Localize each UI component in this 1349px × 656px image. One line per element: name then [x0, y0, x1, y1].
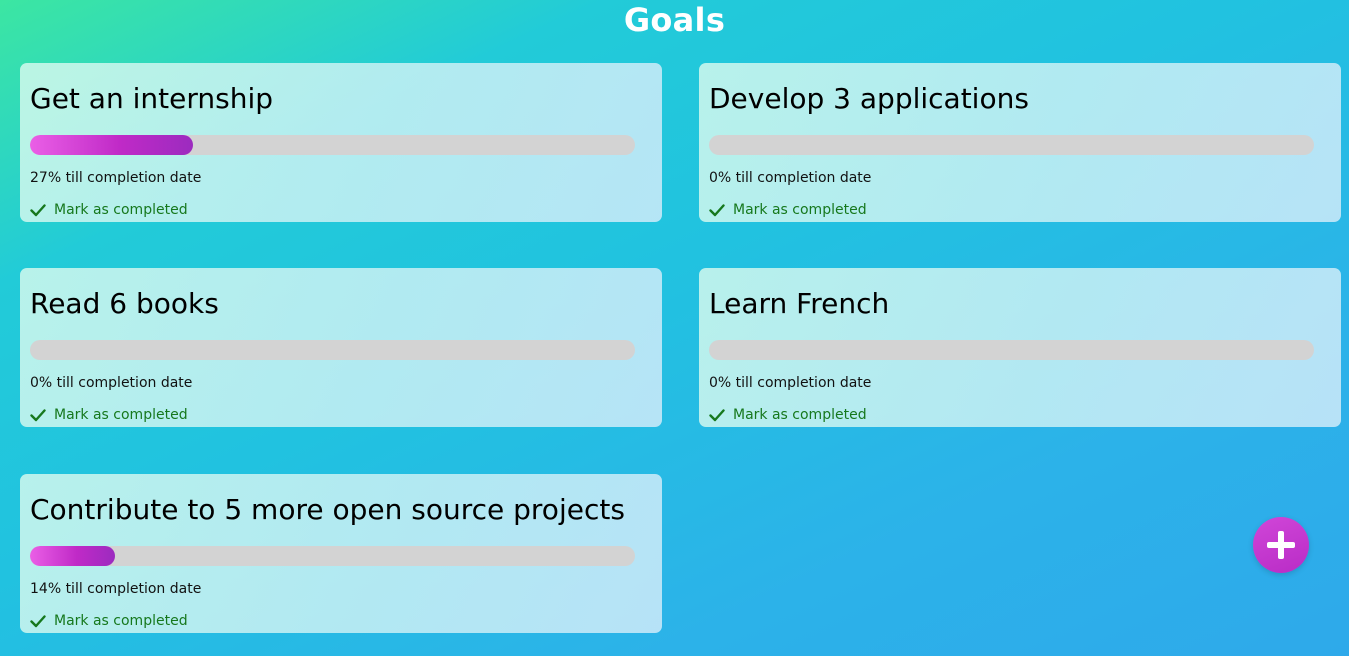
goal-title: Learn French: [709, 287, 890, 320]
goal-progress-bar: [709, 340, 1314, 360]
goal-progress-text: 27% till completion date: [30, 170, 202, 186]
goal-card: Develop 3 applications 0% till completio…: [699, 63, 1341, 222]
check-icon: [30, 615, 46, 628]
goal-card: Read 6 books 0% till completion date Mar…: [20, 268, 662, 427]
goal-card: Learn French 0% till completion date Mar…: [699, 268, 1341, 427]
check-icon: [30, 204, 46, 217]
goal-progress-bar: [30, 340, 635, 360]
mark-completed-button[interactable]: Mark as completed: [30, 612, 188, 630]
mark-completed-label: Mark as completed: [733, 407, 867, 423]
goal-progress-fill: [30, 546, 115, 566]
mark-completed-label: Mark as completed: [54, 613, 188, 629]
goal-title: Develop 3 applications: [709, 82, 1029, 115]
goal-progress-text: 14% till completion date: [30, 581, 202, 597]
goal-progress-text: 0% till completion date: [30, 375, 193, 391]
goal-progress-bar: [30, 135, 635, 155]
mark-completed-button[interactable]: Mark as completed: [709, 201, 867, 219]
goal-progress-text: 0% till completion date: [709, 170, 872, 186]
page-title: Goals: [623, 1, 726, 39]
goal-card: Contribute to 5 more open source project…: [20, 474, 662, 633]
mark-completed-label: Mark as completed: [733, 202, 867, 218]
goal-progress-fill: [30, 135, 194, 155]
plus-icon: [1266, 530, 1296, 560]
goal-progress-bar: [30, 546, 635, 566]
goal-title: Get an internship: [30, 82, 273, 115]
check-icon: [709, 204, 725, 217]
goal-progress-bar: [709, 135, 1314, 155]
check-icon: [709, 409, 725, 422]
mark-completed-label: Mark as completed: [54, 407, 188, 423]
mark-completed-button[interactable]: Mark as completed: [30, 406, 188, 424]
mark-completed-label: Mark as completed: [54, 202, 188, 218]
goal-card: Get an internship 27% till completion da…: [20, 63, 662, 222]
check-icon: [30, 409, 46, 422]
goal-title: Contribute to 5 more open source project…: [30, 493, 625, 526]
mark-completed-button[interactable]: Mark as completed: [30, 201, 188, 219]
goal-progress-text: 0% till completion date: [709, 375, 872, 391]
add-goal-button[interactable]: [1253, 517, 1309, 573]
goal-title: Read 6 books: [30, 287, 219, 320]
mark-completed-button[interactable]: Mark as completed: [709, 406, 867, 424]
